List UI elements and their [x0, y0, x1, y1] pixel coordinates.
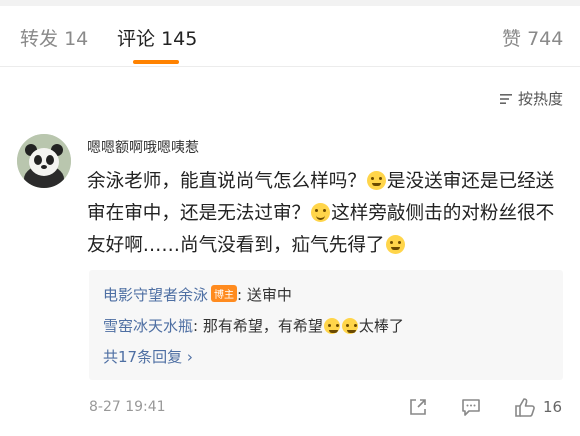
reply-item: 电影守望者余泳 博主: 送审中	[103, 284, 292, 305]
like-count: 16	[543, 398, 563, 416]
avatar[interactable]	[17, 134, 71, 188]
cry-emoji-icon	[366, 171, 386, 190]
panda-avatar-icon	[17, 134, 71, 188]
reply-button[interactable]	[460, 396, 482, 422]
tab-bar: 转发 14 评论 145 赞 744	[0, 6, 580, 67]
smile-emoji-icon	[311, 203, 331, 222]
active-tab-indicator	[133, 60, 179, 64]
share-icon	[410, 399, 426, 415]
reply-text-after: 太棒了	[358, 317, 404, 335]
cry-emoji-icon	[385, 235, 405, 254]
reply-preview-box[interactable]: 电影守望者余泳 博主: 送审中 雪窑冰天水瓶: 那有希望，有希望 太棒了 共17条回…	[89, 270, 563, 380]
reply-text: : 那有希望，有希望	[193, 317, 323, 335]
tab-likes[interactable]: 赞 744	[502, 24, 563, 51]
author-badge: 博主	[211, 285, 238, 302]
comment-segment-1: 余泳老师，能直说尚气怎么样吗？	[87, 171, 366, 192]
share-button[interactable]	[407, 396, 429, 422]
comment-timestamp: 8-27 19:41	[89, 399, 166, 415]
tab-comments[interactable]: 评论 145	[117, 24, 197, 51]
sort-toggle[interactable]: 按热度	[499, 88, 563, 109]
reply-author[interactable]: 雪窑冰天水瓶	[103, 317, 193, 335]
reply-author[interactable]: 电影守望者余泳	[103, 286, 208, 304]
tab-reposts-label: 转发	[20, 28, 59, 50]
tab-likes-count: 744	[527, 28, 564, 50]
tab-comments-label: 评论	[117, 28, 156, 50]
tab-reposts-count: 14	[64, 28, 89, 50]
reply-text: : 送审中	[237, 286, 292, 304]
cry-emoji-icon	[341, 318, 358, 334]
tab-likes-label: 赞	[502, 28, 522, 50]
thumbs-up-icon	[515, 398, 535, 417]
tab-comments-count: 145	[161, 28, 198, 50]
tab-reposts[interactable]: 转发 14	[20, 24, 88, 51]
sort-label: 按热度	[517, 90, 563, 108]
reply-item: 雪窑冰天水瓶: 那有希望，有希望 太棒了	[103, 315, 404, 336]
comment-icon	[462, 399, 480, 416]
sort-icon	[499, 93, 512, 104]
cry-emoji-icon	[323, 318, 340, 334]
comment-username[interactable]: 嗯嗯额啊哦嗯咦惹	[87, 137, 199, 157]
comment-text: 余泳老师，能直说尚气怎么样吗？ 是没送审还是已经送审在审中，还是无法过审？ 这样旁敲…	[87, 166, 557, 262]
view-all-replies-link[interactable]: 共17条回复 ›	[103, 346, 193, 367]
like-button[interactable]	[513, 396, 537, 422]
